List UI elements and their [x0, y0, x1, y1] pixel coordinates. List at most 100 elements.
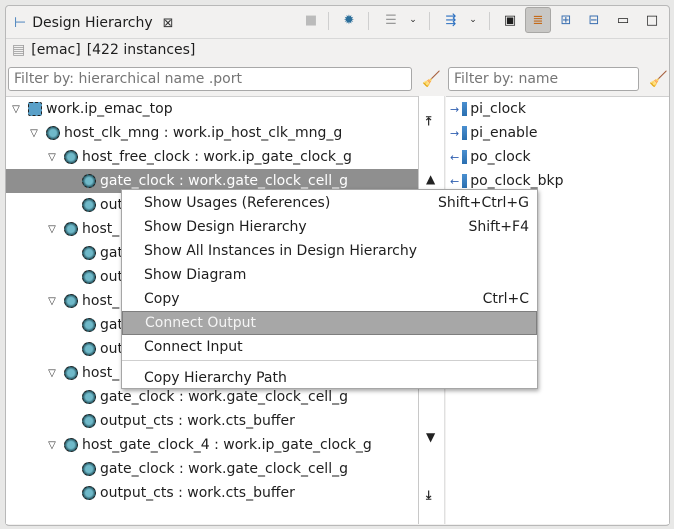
chip-icon[interactable]: ▣ — [499, 9, 521, 31]
tree-item-label: out — [100, 269, 123, 285]
tree-item[interactable]: output_cts : work.cts_buffer — [6, 409, 418, 433]
hierarchy-filter-input[interactable] — [8, 67, 412, 91]
tree-item-label: host_gate_clock_4 : work.ip_gate_clock_g — [82, 437, 372, 453]
menu-item[interactable]: Connect Output — [122, 311, 537, 335]
menu-item[interactable]: Copy Ctrl+C — [122, 287, 537, 311]
hierarchy-icon: ⊢ — [14, 15, 27, 31]
menu-item-label: Copy Hierarchy Path — [144, 370, 287, 386]
instance-icon — [64, 222, 78, 236]
menu-item[interactable]: Copy Hierarchy Path — [122, 366, 537, 390]
expand-toggle-icon[interactable]: ▽ — [46, 224, 58, 235]
tree-item[interactable]: ▽ work.ip_emac_top — [6, 97, 418, 121]
output-port-icon: ← — [450, 150, 460, 164]
instance-icon — [82, 342, 96, 356]
scroll-up-icon[interactable]: ▲ — [426, 172, 435, 186]
tree-item[interactable]: ▽ host_free_clock : work.ip_gate_clock_g — [6, 145, 418, 169]
minimize-icon[interactable]: ▭ — [612, 9, 634, 31]
instance-icon — [82, 174, 96, 188]
instance-icon — [82, 390, 96, 404]
tree-item-label: out — [100, 341, 123, 357]
menu-item[interactable]: Show Design Hierarchy Shift+F4 — [122, 215, 537, 239]
expand-all-icon[interactable]: ⊞ — [555, 9, 577, 31]
tree-item-label: host_ — [82, 293, 120, 309]
instance-icon — [82, 462, 96, 476]
scroll-top-icon[interactable]: ⤒ — [426, 114, 431, 129]
menu-item[interactable]: Connect Input — [122, 335, 537, 359]
menu-item-label: Connect Input — [144, 339, 243, 355]
port-bar-icon — [462, 102, 468, 116]
tree-item[interactable]: ▽ host_gate_clock_4 : work.ip_gate_clock_… — [6, 433, 418, 457]
bug-icon[interactable]: ✹ — [338, 9, 360, 31]
input-port-icon: → — [450, 126, 460, 140]
sort-columns-icon[interactable]: ⇶ — [440, 9, 462, 31]
menu-item-label: Connect Output — [145, 315, 256, 331]
instance-icon — [64, 294, 78, 308]
scope-info: ▤ [emac] [422 instances] — [12, 42, 195, 58]
scroll-down-icon[interactable]: ▼ — [426, 430, 435, 444]
instance-icon — [82, 198, 96, 212]
expand-toggle-icon[interactable]: ▽ — [46, 152, 58, 163]
stop-icon[interactable]: ■ — [300, 9, 322, 31]
port-item[interactable]: ← po_clock — [450, 145, 531, 169]
maximize-icon[interactable]: □ — [641, 9, 663, 31]
module-icon — [28, 102, 42, 116]
port-item[interactable]: → pi_clock — [450, 97, 526, 121]
menu-separator — [122, 360, 537, 361]
tree-item-label: work.ip_emac_top — [46, 101, 173, 117]
tree-item-label: gate_clock : work.gate_clock_cell_g — [100, 389, 348, 405]
tree-item[interactable]: gate_clock : work.gate_clock_cell_g — [6, 457, 418, 481]
expand-toggle-icon[interactable]: ▽ — [46, 368, 58, 379]
input-port-icon: → — [450, 102, 460, 116]
tree-item[interactable]: ▽ host_clk_mng : work.ip_host_clk_mng_g — [6, 121, 418, 145]
tree-item-label: host_ — [82, 365, 120, 381]
expand-toggle-icon[interactable]: ▽ — [46, 440, 58, 451]
output-port-icon: ← — [450, 174, 460, 188]
instance-icon — [82, 318, 96, 332]
dropdown-icon[interactable]: ⌄ — [402, 9, 424, 31]
expand-toggle-icon[interactable]: ▽ — [28, 128, 40, 139]
tree-item[interactable]: output_cts : work.cts_buffer — [6, 481, 418, 505]
clear-filter-icon[interactable]: 🧹 — [649, 70, 668, 88]
port-label: po_clock — [470, 149, 531, 165]
port-label: pi_enable — [470, 125, 538, 141]
expand-toggle-icon[interactable]: ▽ — [46, 296, 58, 307]
port-bar-icon — [462, 174, 468, 188]
menu-item[interactable]: Show Usages (References) Shift+Ctrl+G — [122, 191, 537, 215]
menu-item-label: Show All Instances in Design Hierarchy — [144, 243, 417, 259]
tree-item-label: output_cts : work.cts_buffer — [100, 485, 295, 501]
instance-icon — [82, 270, 96, 284]
scroll-bottom-icon[interactable]: ⤓ — [426, 488, 431, 503]
layers-icon[interactable]: ≣ — [525, 7, 551, 33]
list-icon[interactable]: ☰ — [380, 9, 402, 31]
menu-item-shortcut: Ctrl+C — [482, 291, 529, 307]
menu-item-shortcut: Shift+Ctrl+G — [437, 195, 529, 211]
menu-item[interactable]: Show All Instances in Design Hierarchy — [122, 239, 537, 263]
document-icon: ▤ — [12, 42, 26, 58]
port-label: pi_clock — [470, 101, 526, 117]
port-label: po_clock_bkp — [470, 173, 564, 189]
tree-item-label: gat — [100, 245, 123, 261]
close-icon[interactable]: ⊠ — [163, 16, 174, 31]
instance-icon — [64, 366, 78, 380]
menu-item-label: Show Usages (References) — [144, 195, 331, 211]
menu-item[interactable]: Show Diagram — [122, 263, 537, 287]
tab-design-hierarchy[interactable]: ⊢ Design Hierarchy ⊠ — [8, 6, 198, 40]
tree-item-label: gat — [100, 317, 123, 333]
tree-item-label: host_ — [82, 221, 120, 237]
tree-item-label: host_clk_mng : work.ip_host_clk_mng_g — [64, 125, 343, 141]
scope-name: [emac] — [31, 42, 81, 58]
clear-filter-icon[interactable]: 🧹 — [422, 70, 441, 88]
instance-icon — [82, 414, 96, 428]
menu-item-label: Show Diagram — [144, 267, 247, 283]
expand-toggle-icon[interactable]: ▽ — [10, 104, 22, 115]
port-bar-icon — [462, 126, 468, 140]
port-filter-input[interactable] — [448, 67, 639, 91]
instance-icon — [64, 150, 78, 164]
dropdown-icon[interactable]: ⌄ — [462, 9, 484, 31]
port-item[interactable]: → pi_enable — [450, 121, 537, 145]
instance-icon — [82, 486, 96, 500]
menu-item-label: Show Design Hierarchy — [144, 219, 307, 235]
tree-item-label: out — [100, 197, 123, 213]
tree-item-label: gate_clock : work.gate_clock_cell_g — [100, 173, 348, 189]
collapse-all-icon[interactable]: ⊟ — [583, 9, 605, 31]
